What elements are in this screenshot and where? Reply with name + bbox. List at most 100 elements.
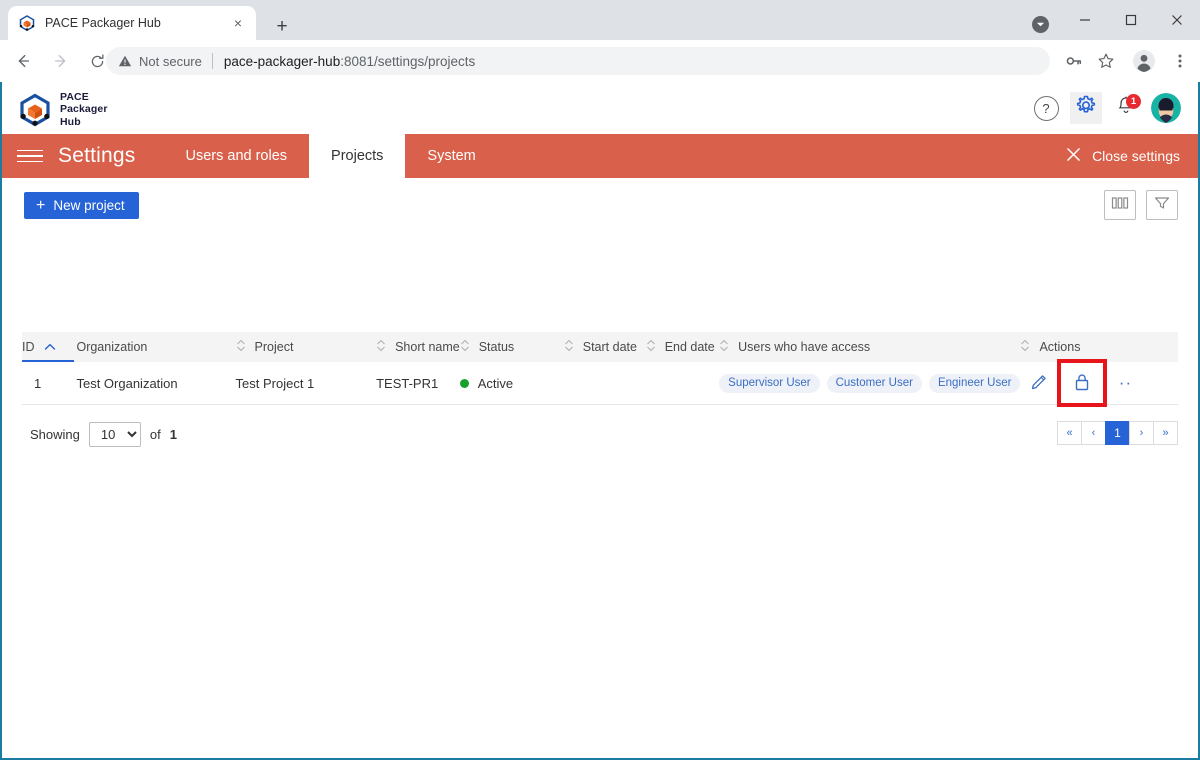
- avatar: [1151, 93, 1181, 123]
- cell-start-date: [563, 362, 646, 405]
- status-label: Active: [477, 375, 514, 391]
- cell-short-name: TEST-PR1: [376, 362, 460, 405]
- new-tab-button[interactable]: +: [268, 12, 296, 40]
- close-tab-icon[interactable]: ×: [228, 13, 248, 33]
- tab-strip: PACE Packager Hub × +: [0, 0, 1200, 40]
- cell-end-date: [645, 362, 720, 405]
- column-header-end-date[interactable]: End date: [645, 332, 720, 362]
- cell-id: 1: [22, 362, 77, 405]
- column-header-project[interactable]: Project: [235, 332, 377, 362]
- filter-button[interactable]: [1146, 190, 1178, 220]
- status-dot-icon: [459, 378, 469, 388]
- back-button[interactable]: [10, 48, 36, 74]
- settings-title: Settings: [58, 144, 136, 167]
- showing-label: Showing: [30, 427, 80, 442]
- sort-icon: [564, 339, 574, 355]
- column-header-short-name[interactable]: Short name: [376, 332, 460, 362]
- forward-button[interactable]: [48, 48, 74, 74]
- user-chip[interactable]: Supervisor User: [719, 373, 820, 393]
- total-count: 1: [169, 427, 177, 442]
- lock-project-button[interactable]: [1057, 359, 1108, 407]
- cell-status: Active: [459, 362, 564, 405]
- sort-icon: [236, 339, 246, 355]
- browser-window: PACE Packager Hub × + Not secure pace-pa…: [0, 0, 1200, 760]
- settings-nav-bar: Settings Users and roles Projects System…: [2, 134, 1198, 178]
- url-host: pace-packager-hub: [223, 53, 341, 69]
- edit-project-button[interactable]: [1024, 368, 1054, 398]
- tab-search-button[interactable]: [1028, 12, 1052, 36]
- close-window-button[interactable]: [1154, 0, 1200, 40]
- minimize-button[interactable]: [1062, 0, 1108, 40]
- browser-tab[interactable]: PACE Packager Hub ×: [8, 6, 256, 40]
- sort-icon: [1020, 339, 1030, 355]
- sort-icon: [646, 339, 656, 355]
- pace-cube-icon: [19, 15, 35, 32]
- table-header-row: ID Organization Project Short name Statu…: [22, 332, 1178, 362]
- maximize-button[interactable]: [1108, 0, 1154, 40]
- menu-hamburger-icon[interactable]: [2, 134, 58, 178]
- key-icon[interactable]: [1062, 49, 1086, 73]
- web-page: PACE Packager Hub ? 1 Settings Users and…: [0, 82, 1200, 760]
- notification-badge: 1: [1126, 94, 1141, 109]
- tab-system[interactable]: System: [405, 134, 497, 178]
- edit-pencil-icon: [1029, 372, 1049, 395]
- logo-text: PACE Packager Hub: [60, 91, 108, 128]
- help-icon: ?: [1033, 95, 1059, 121]
- more-actions-button[interactable]: ··: [1110, 368, 1140, 398]
- user-avatar-button[interactable]: [1150, 92, 1182, 124]
- pagination-first-button[interactable]: «: [1057, 421, 1082, 445]
- column-header-users[interactable]: Users who have access: [719, 332, 1021, 362]
- logo-line-1: PACE: [60, 91, 89, 103]
- columns-button[interactable]: [1104, 190, 1136, 220]
- projects-table: ID Organization Project Short name Statu…: [22, 332, 1178, 407]
- user-chip[interactable]: Customer User: [826, 373, 922, 393]
- column-header-organization-label: Organization: [76, 340, 148, 354]
- column-header-actions[interactable]: Actions: [1020, 332, 1178, 362]
- chevron-down-icon: [1031, 15, 1049, 33]
- column-header-organization[interactable]: Organization: [76, 332, 236, 362]
- plus-icon: +: [36, 196, 46, 214]
- projects-panel: + New project ID Organization Project Sh…: [2, 178, 1198, 758]
- lock-icon: [1072, 371, 1092, 396]
- browser-menu-icon[interactable]: [1168, 49, 1192, 73]
- page-size-select[interactable]: 10 25 50 100: [88, 422, 141, 447]
- sort-asc-icon: [44, 340, 56, 354]
- notifications-button[interactable]: 1: [1110, 92, 1142, 124]
- close-settings-button[interactable]: Close settings: [1066, 134, 1198, 178]
- more-icon: ··: [1118, 372, 1133, 392]
- user-chip[interactable]: Engineer User: [928, 373, 1021, 393]
- table-row[interactable]: 1 Test Organization Test Project 1 TEST-…: [22, 359, 1178, 407]
- pagination-next-button[interactable]: ›: [1129, 421, 1154, 445]
- browser-toolbar: Not secure pace-packager-hub:8081/settin…: [0, 40, 1200, 82]
- tab-projects[interactable]: Projects: [309, 134, 406, 178]
- url-path: :8081/settings/projects: [340, 53, 476, 69]
- logo-line-2: Packager: [60, 103, 108, 116]
- column-header-id[interactable]: ID: [22, 332, 77, 362]
- column-header-actions-label: Actions: [1039, 340, 1081, 354]
- table-body: 1 Test Organization Test Project 1 TEST-…: [22, 359, 1178, 407]
- new-project-button[interactable]: + New project: [24, 192, 139, 219]
- column-header-start-date[interactable]: Start date: [563, 332, 646, 362]
- security-status[interactable]: Not secure: [118, 54, 202, 69]
- settings-gear-button[interactable]: [1070, 92, 1102, 124]
- omnibox-divider: [211, 53, 213, 69]
- column-header-status[interactable]: Status: [459, 332, 564, 362]
- pace-cube-logo-icon: [18, 93, 52, 127]
- help-button[interactable]: ?: [1030, 92, 1062, 124]
- address-bar[interactable]: Not secure pace-packager-hub:8081/settin…: [106, 47, 1050, 75]
- profile-avatar-icon[interactable]: [1132, 49, 1156, 73]
- pagination-last-button[interactable]: »: [1153, 421, 1178, 445]
- column-header-end-date-label: End date: [664, 340, 715, 354]
- pagination-page-1[interactable]: 1: [1105, 421, 1130, 445]
- tab-users-and-roles[interactable]: Users and roles: [163, 134, 309, 178]
- cell-actions: ··: [1020, 359, 1178, 407]
- bookmark-star-icon[interactable]: [1094, 49, 1118, 73]
- pagination-prev-button[interactable]: ‹: [1081, 421, 1106, 445]
- sort-icon: [460, 339, 470, 355]
- warning-triangle-icon: [118, 54, 132, 68]
- app-logo[interactable]: PACE Packager Hub: [18, 91, 108, 128]
- cell-organization: Test Organization: [76, 362, 236, 405]
- cell-users: Supervisor User Customer User Engineer U…: [719, 362, 1021, 405]
- gear-icon: [1074, 94, 1098, 123]
- pagination-controls: « ‹ 1 › »: [1057, 421, 1178, 445]
